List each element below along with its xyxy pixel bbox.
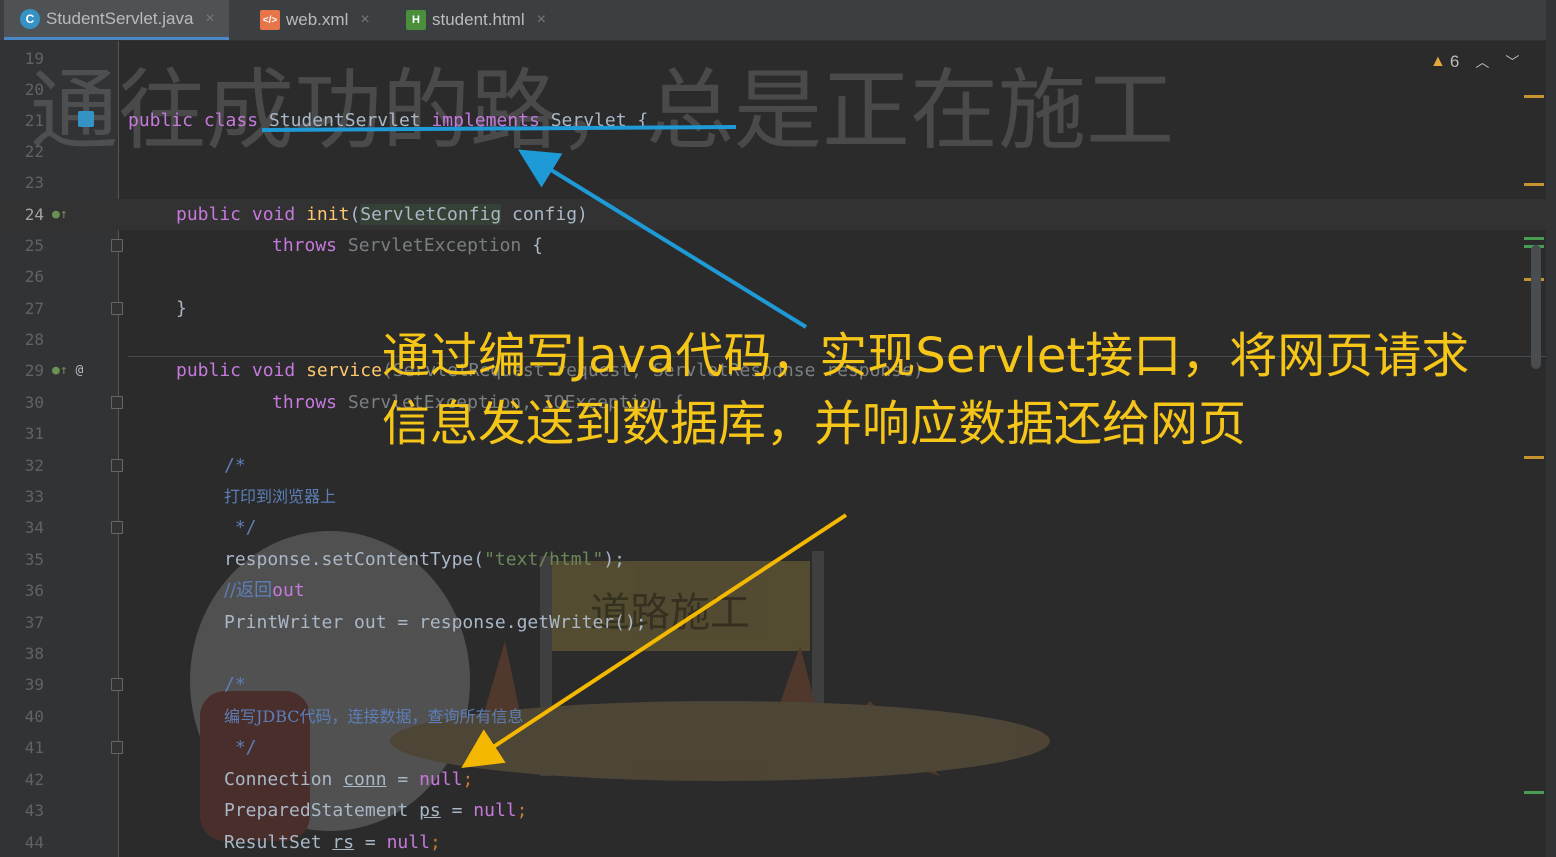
code-line-current: 24 ●↑ public void init(ServletConfig con… [0, 199, 1546, 230]
fold-marker-icon[interactable] [111, 521, 123, 534]
fold-marker-icon[interactable] [111, 678, 123, 691]
html-file-icon: H [406, 10, 426, 30]
fold-marker-icon[interactable] [111, 459, 123, 472]
change-marker[interactable] [1524, 791, 1544, 794]
code-line: 40 编写JDBC代码，连接数据，查询所有信息 [24, 707, 524, 726]
code-line: 42 Connection conn = null; [24, 769, 474, 790]
fold-marker-icon[interactable] [111, 396, 123, 409]
code-line: 39 /* [24, 674, 246, 695]
fold-marker-icon[interactable] [111, 239, 123, 252]
caption-line-2: 信息发送到数据库，并响应数据还给网页 [382, 396, 1247, 452]
implements-method-gutter-icon[interactable]: ●↑ @ [52, 355, 86, 386]
code-line: 34 */ [24, 517, 257, 538]
code-line: 22 [24, 142, 44, 161]
warning-marker[interactable] [1524, 183, 1544, 186]
warning-marker[interactable] [1524, 95, 1544, 98]
editor-tab-bar: C StudentServlet.java × </> web.xml × H … [0, 0, 1556, 41]
code-line: 21 public class StudentServlet implement… [24, 110, 649, 131]
fold-marker-icon[interactable] [111, 741, 123, 754]
code-line: 33 打印到浏览器上 [24, 487, 337, 506]
code-line: 26 [24, 267, 44, 286]
implementing-class-gutter-icon[interactable] [78, 111, 94, 127]
tab-student-servlet-java[interactable]: C StudentServlet.java × [4, 0, 229, 40]
code-line: 44 ResultSet rs = null; [24, 832, 441, 853]
close-icon[interactable]: × [360, 11, 369, 29]
tab-label: student.html [432, 10, 525, 29]
code-line: 19 [24, 49, 44, 68]
chevron-up-icon[interactable]: ︿ [1475, 52, 1489, 72]
code-line: 25 throws ServletException { [24, 235, 543, 256]
code-line: 35 response.setContentType("text/html"); [24, 549, 625, 570]
tab-label: web.xml [286, 10, 349, 29]
tab-student-html[interactable]: H student.html × [390, 0, 560, 40]
close-icon[interactable]: × [205, 10, 214, 28]
warning-icon: ▲ [1430, 53, 1446, 70]
xml-file-icon: </> [260, 10, 280, 30]
code-line: 37 PrintWriter out = response.getWriter(… [24, 612, 647, 633]
close-icon[interactable]: × [537, 11, 546, 29]
code-line: 41 */ [24, 737, 257, 758]
tab-web-xml[interactable]: </> web.xml × [244, 0, 384, 40]
inspection-widget[interactable]: ▲ 6 ︿ ﹀ [1430, 49, 1519, 75]
warning-count: 6 [1449, 52, 1460, 71]
code-line: 38 [24, 644, 44, 663]
right-tool-strip [1546, 0, 1556, 857]
implements-method-gutter-icon[interactable]: ●↑ [52, 199, 86, 230]
code-line: 20 [24, 80, 44, 99]
annotation-at-icon: @ [75, 363, 84, 378]
tab-label: StudentServlet.java [46, 8, 194, 28]
change-marker[interactable] [1524, 237, 1544, 240]
code-line: 36 //返回out [24, 580, 305, 601]
code-line: 27 } [24, 298, 187, 319]
chevron-down-icon[interactable]: ﹀ [1505, 52, 1519, 72]
code-line: 43 PreparedStatement ps = null; [24, 800, 528, 821]
fold-marker-icon[interactable] [111, 302, 123, 315]
code-line: 23 [24, 173, 44, 192]
caption-line-1: 通过编写Java代码，实现Servlet接口，将网页请求 [382, 328, 1470, 384]
java-class-icon: C [20, 8, 40, 29]
annotation-caption: 通过编写Java代码，实现Servlet接口，将网页请求 信息发送到数据库，并响应… [382, 322, 1547, 458]
